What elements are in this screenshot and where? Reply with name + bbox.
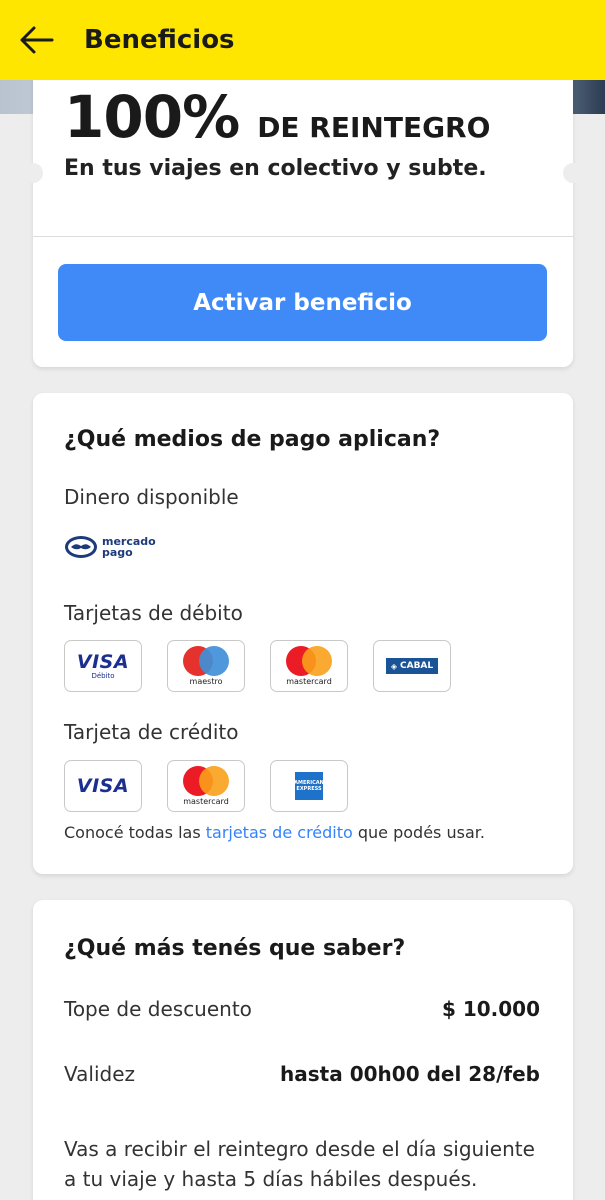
debit-cards-row: VISA Débito maestro mastercard ◈ CABAL xyxy=(64,640,476,692)
more-info-card: ¿Qué más tenés que saber? Tope de descue… xyxy=(33,900,573,1200)
payment-methods-title: ¿Qué medios de pago aplican? xyxy=(64,427,441,452)
benefit-percent-label: DE REINTEGRO xyxy=(257,111,491,144)
visa-credit-card: VISA xyxy=(64,760,142,812)
handshake-icon xyxy=(65,536,97,558)
diamond-icon: ◈ xyxy=(390,661,397,671)
discount-cap-row: Tope de descuento $ 10.000 xyxy=(64,997,540,1021)
back-button[interactable] xyxy=(0,0,86,80)
mastercard-label: mastercard xyxy=(183,797,229,806)
discount-cap-label: Tope de descuento xyxy=(64,997,252,1021)
mastercard-logo-icon xyxy=(286,646,332,676)
credit-cards-row: VISA mastercard AMERICAN EXPRESS xyxy=(64,760,373,812)
maestro-logo-icon xyxy=(183,646,229,676)
validity-value: hasta 00h00 del 28/feb xyxy=(280,1062,540,1086)
maestro-label: maestro xyxy=(189,677,223,686)
cabal-label: CABAL xyxy=(400,661,434,671)
validity-row: Validez hasta 00h00 del 28/feb xyxy=(64,1062,540,1086)
discount-cap-value: $ 10.000 xyxy=(441,997,540,1021)
credit-cards-note: Conocé todas las tarjetas de crédito que… xyxy=(64,823,485,842)
cabal-card: ◈ CABAL xyxy=(373,640,451,692)
visa-debit-card: VISA Débito xyxy=(64,640,142,692)
more-info-title: ¿Qué más tenés que saber? xyxy=(64,936,406,961)
amex-card: AMERICAN EXPRESS xyxy=(270,760,348,812)
visa-logo: VISA xyxy=(76,651,130,673)
note-suffix: que podés usar. xyxy=(352,823,485,842)
activate-benefit-button[interactable]: Activar beneficio xyxy=(58,264,547,341)
note-prefix: Conocé todas las xyxy=(64,823,206,842)
debit-cards-label: Tarjetas de débito xyxy=(64,601,243,625)
benefit-percent: 100% xyxy=(64,83,240,151)
top-app-bar: Beneficios xyxy=(0,0,605,80)
maestro-card: maestro xyxy=(167,640,245,692)
ticket-notch-left xyxy=(23,163,43,183)
mastercard-credit-card: mastercard xyxy=(167,760,245,812)
credit-card-label: Tarjeta de crédito xyxy=(64,720,239,744)
mastercard-logo-icon xyxy=(183,766,229,796)
refund-info-paragraph: Vas a recibir el reintegro desde el día … xyxy=(64,1137,535,1191)
amex-logo: AMERICAN EXPRESS xyxy=(294,772,324,800)
benefit-hero-card: 100% DE REINTEGRO En tus viajes en colec… xyxy=(23,60,583,367)
mercado-pago-logo: mercado pago xyxy=(64,535,156,559)
page-title: Beneficios xyxy=(84,25,235,55)
visa-logo: VISA xyxy=(76,775,130,797)
mastercard-debit-card: mastercard xyxy=(270,640,348,692)
divider xyxy=(33,236,573,237)
credit-cards-link[interactable]: tarjetas de crédito xyxy=(206,823,353,842)
cabal-logo: ◈ CABAL xyxy=(385,658,439,674)
ticket-notch-right xyxy=(563,163,583,183)
benefit-subtitle: En tus viajes en colectivo y subte. xyxy=(64,156,487,181)
benefit-headline: 100% DE REINTEGRO xyxy=(64,84,490,150)
arrow-left-icon xyxy=(20,26,54,54)
visa-debit-sub: Débito xyxy=(91,672,115,680)
available-money-label: Dinero disponible xyxy=(64,485,239,509)
validity-label: Validez xyxy=(64,1062,135,1086)
mastercard-label: mastercard xyxy=(286,677,332,686)
mercado-pago-text-2: pago xyxy=(102,546,133,559)
payment-methods-card: ¿Qué medios de pago aplican? Dinero disp… xyxy=(33,393,573,874)
